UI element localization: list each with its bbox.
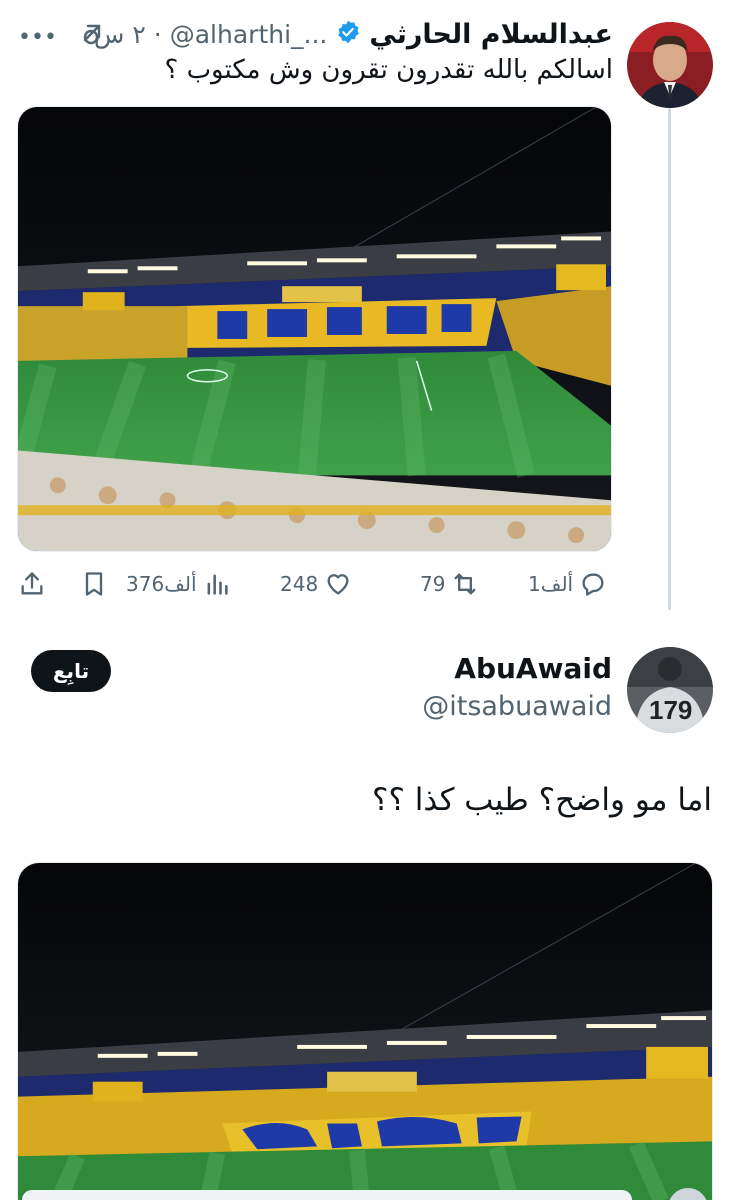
reply-input-preview[interactable]: [22, 1190, 632, 1200]
reply-tweet-image[interactable]: [17, 862, 713, 1200]
verified-badge-icon: [335, 19, 361, 49]
next-item-preview: [0, 1188, 729, 1200]
reply-author-name[interactable]: AbuAwaid: [454, 652, 612, 685]
parent-action-bar: 376ألف 248 79 1ألف: [18, 566, 612, 602]
retweet-button[interactable]: 79: [420, 566, 479, 602]
heart-icon: [327, 574, 349, 595]
views-icon: [207, 574, 228, 595]
share-icon: [21, 572, 43, 595]
retweet-icon: [454, 573, 476, 595]
share-button[interactable]: [18, 566, 46, 602]
thread-connector-line: [668, 108, 671, 610]
bookmark-button[interactable]: [80, 566, 108, 602]
views-count: 376ألف: [126, 572, 197, 596]
like-button[interactable]: 248: [280, 566, 352, 602]
reply-icon: [582, 573, 604, 596]
parent-avatar[interactable]: [627, 22, 713, 108]
bookmark-icon: [85, 572, 103, 596]
parent-author-handle[interactable]: @alharthi_...: [170, 20, 328, 49]
parent-tweet-image[interactable]: [17, 106, 612, 552]
more-icon[interactable]: •••: [18, 25, 57, 50]
tweet-time[interactable]: ٢ س: [94, 20, 146, 49]
reply-avatar[interactable]: 179: [627, 647, 713, 733]
follow-button[interactable]: تابِع: [31, 650, 111, 692]
parent-tweet-text: اسالكم بالله تقدرون تقرون وش مكتوب ؟: [164, 55, 614, 85]
replies-count: 1ألف: [528, 572, 574, 596]
svg-text:179: 179: [649, 695, 692, 725]
likes-count: 248: [280, 572, 319, 596]
views-button[interactable]: 376ألف: [126, 566, 231, 602]
parent-tweet-header: عبدالسلام الحارثي @alharthi_... · ٢ س: [94, 14, 613, 54]
separator-dot: ·: [153, 19, 162, 49]
reply-author-handle[interactable]: @itsabuawaid: [422, 691, 612, 722]
reply-button[interactable]: 1ألف: [528, 566, 607, 602]
reply-tweet-text: اما مو واضح؟ طيب كذا ؟؟: [372, 782, 712, 818]
tweet-thread-page: ••• عبدالسلام الحارثي @alharthi_... · ٢ …: [0, 0, 729, 1200]
retweets-count: 79: [420, 572, 446, 596]
parent-author-name[interactable]: عبدالسلام الحارثي: [369, 19, 613, 50]
next-avatar[interactable]: [668, 1188, 708, 1200]
